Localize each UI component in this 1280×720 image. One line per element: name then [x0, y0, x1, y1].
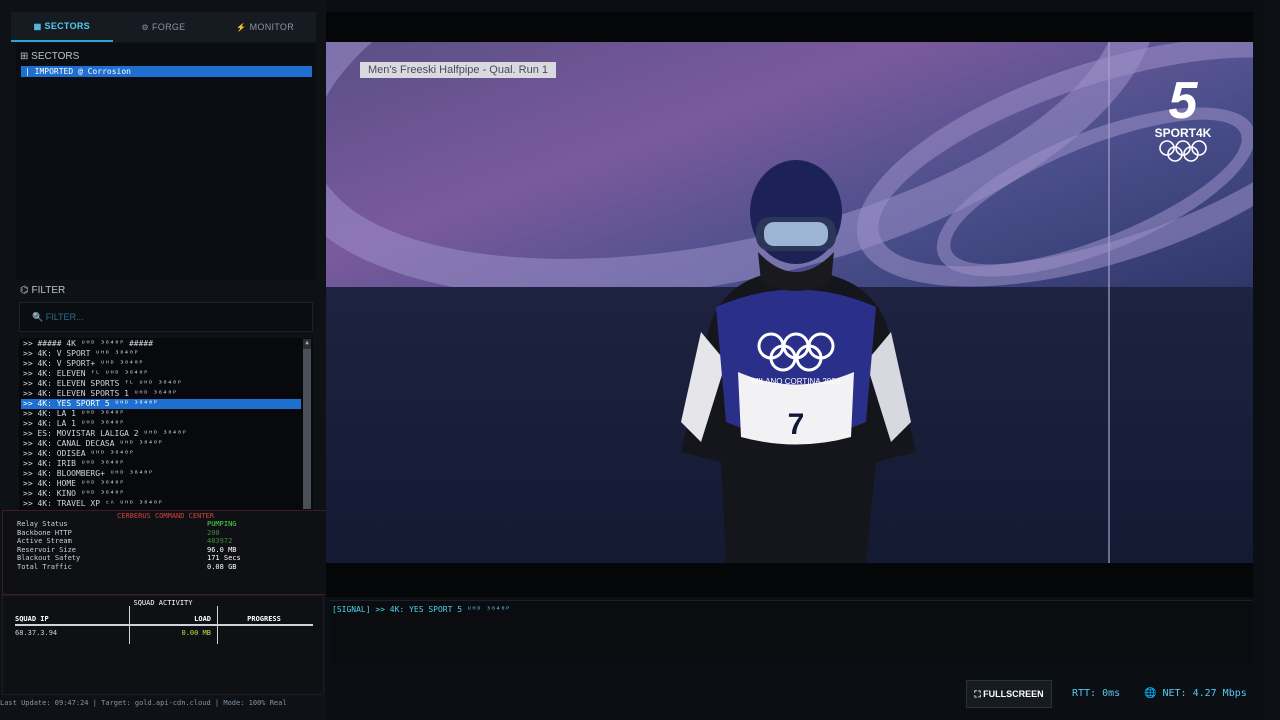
tab-label: MONITOR	[249, 22, 295, 32]
col-squad-ip: SQUAD IP	[15, 615, 49, 623]
lightning-icon: ⚡	[236, 22, 247, 32]
stat-label: Blackout Safety	[17, 554, 81, 563]
fullscreen-button[interactable]: ⛶ FULLSCREEN	[966, 680, 1052, 708]
tab-forge[interactable]: ⚙ FORGE	[113, 12, 215, 42]
channel-item[interactable]: >> 4K: BLOOMBERG+ ᵁᴴᴰ ³⁸⁴⁰ᴾ	[21, 469, 301, 479]
grid-icon: ▦	[33, 21, 42, 31]
video-player[interactable]: 7 MILANO CORTINA 2026 Men's Freeski Half…	[326, 12, 1253, 597]
channel-item[interactable]: >> 4K: KINO ᵁᴴᴰ ³⁸⁴⁰ᴾ	[21, 489, 301, 499]
column-divider	[129, 606, 130, 644]
logo-name: SPORT4K	[1154, 126, 1212, 140]
scrollbar-thumb[interactable]	[303, 349, 311, 509]
table-row: 68.37.3.94 0.00 MB	[15, 629, 313, 637]
channel-item[interactable]: >> 4K: ELEVEN SPORTS ᶠᴸ ᵁᴴᴰ ³⁸⁴⁰ᴾ	[21, 379, 301, 389]
stat-label: Reservoir Size	[17, 545, 77, 554]
filter-input[interactable]: 🔍 FILTER...	[19, 302, 313, 332]
sector-item[interactable]: | IMPORTED @ Corrosion	[21, 66, 312, 77]
channel-item[interactable]: >> 4K: ELEVEN SPORTS 1 ᵁᴴᴰ ³⁸⁴⁰ᴾ	[21, 389, 301, 399]
cerberus-stats: Relay Status PUMPING Backbone HTTP 200 Activ…	[3, 520, 328, 572]
tab-monitor[interactable]: ⚡ MONITOR	[214, 12, 316, 42]
squad-panel: SQUAD ACTIVITY SQUAD IP LOAD PROGRESS 68…	[2, 595, 324, 695]
bib-text: MILANO CORTINA 2026	[752, 377, 841, 386]
channel-item[interactable]: >> 4K: TRAVEL XP ᶜᴬ ᵁᴴᴰ ³⁸⁴⁰ᴾ	[21, 499, 301, 509]
stat-label: Active Stream	[17, 537, 72, 546]
stat-row: Active Stream 483972	[3, 537, 328, 546]
stat-value: PUMPING	[207, 520, 237, 528]
event-caption: Men's Freeski Halfpipe - Qual. Run 1	[360, 62, 557, 78]
stat-label: Total Traffic	[17, 562, 72, 571]
col-progress: PROGRESS	[247, 615, 281, 623]
net-readout: 🌐 NET: 4.27 Mbps	[1144, 688, 1247, 699]
stat-value: 0.08 GB	[207, 562, 237, 571]
stat-row: Relay Status PUMPING	[3, 520, 328, 529]
squad-table-header: SQUAD IP LOAD PROGRESS	[15, 613, 313, 626]
filter-title: ⌬ FILTER	[20, 285, 66, 296]
stat-label: Relay Status	[17, 520, 68, 528]
stat-row: Total Traffic 0.08 GB	[3, 563, 328, 572]
stat-label: Backbone HTTP	[17, 528, 72, 537]
tab-sectors[interactable]: ▦ SECTORS	[11, 12, 113, 42]
sectors-panel: ⊞ SECTORS | IMPORTED @ Corrosion	[16, 44, 316, 280]
right-edge	[1260, 0, 1280, 720]
status-footer: Last Update: 09:47:24 | Target: gold.api…	[0, 699, 287, 707]
tab-bar: ▦ SECTORS ⚙ FORGE ⚡ MONITOR	[11, 12, 316, 42]
channel-item[interactable]: >> ##### 4K ᵁᴴᴰ ³⁸⁴⁰ᴾ #####	[21, 339, 301, 349]
channel-item[interactable]: >> 4K: LA 1 ᵁᴴᴰ ³⁸⁴⁰ᴾ	[21, 419, 301, 429]
column-divider	[217, 606, 218, 644]
stat-row: Backbone HTTP 200	[3, 529, 328, 538]
signal-log: [SIGNAL] >> 4K: YES SPORT 5 ᵁᴴᴰ ³⁸⁴⁰ᴾ	[330, 600, 1252, 664]
channel-item[interactable]: >> 4K: V SPORT ᵁᴴᴰ ³⁸⁴⁰ᴾ	[21, 349, 301, 359]
olympic-rings-icon	[1159, 140, 1207, 162]
scroll-up-icon[interactable]: ▲	[303, 339, 311, 347]
logo-number: 5	[1168, 72, 1198, 130]
cerberus-title: CERBERUS COMMAND CENTER	[117, 512, 214, 520]
channel-list[interactable]: >> ##### 4K ᵁᴴᴰ ³⁸⁴⁰ᴾ ##### >> 4K: V SPOR…	[19, 338, 313, 510]
channel-scrollbar[interactable]: ▲	[303, 339, 311, 509]
bottom-bar: ⛶ FULLSCREEN RTT: 0ms 🌐 NET: 4.27 Mbps	[330, 668, 1252, 720]
squad-title: SQUAD ACTIVITY	[133, 599, 193, 607]
tab-label: SECTORS	[44, 21, 90, 31]
rtt-readout: RTT: 0ms	[1072, 688, 1121, 699]
channel-item[interactable]: >> 4K: CANAL DECASA ᵁᴴᴰ ³⁸⁴⁰ᴾ	[21, 439, 301, 449]
channel-item[interactable]: >> 4K: YES SPORT 5 ᵁᴴᴰ ³⁸⁴⁰ᴾ	[21, 399, 301, 409]
channel-logo: 5 SPORT4K	[1138, 72, 1228, 166]
channel-item[interactable]: >> 4K: HOME ᵁᴴᴰ ³⁸⁴⁰ᴾ	[21, 479, 301, 489]
channel-item[interactable]: >> ES: MOVISTAR LALIGA 2 ᵁᴴᴰ ³⁸⁴⁰ᴾ	[21, 429, 301, 439]
stat-value: 200	[207, 528, 220, 537]
left-panel: ▦ SECTORS ⚙ FORGE ⚡ MONITOR ⊞ SECTORS | IMP…	[0, 0, 329, 720]
col-load: LOAD	[194, 615, 211, 623]
sectors-title: ⊞ SECTORS	[20, 51, 80, 62]
channel-item[interactable]: >> 4K: ODISEA ᵁᴴᴰ ³⁸⁴⁰ᴾ	[21, 449, 301, 459]
stat-row: Reservoir Size 96.0 MB	[3, 546, 328, 555]
cerberus-panel: CERBERUS COMMAND CENTER Relay Status PUMP…	[2, 510, 329, 595]
pole	[1108, 42, 1110, 563]
channel-item[interactable]: >> 4K: ELEVEN ᶠᴸ ᵁᴴᴰ ³⁸⁴⁰ᴾ	[21, 369, 301, 379]
channel-items: >> ##### 4K ᵁᴴᴰ ³⁸⁴⁰ᴾ ##### >> 4K: V SPOR…	[21, 339, 301, 509]
channel-item[interactable]: >> 4K: LA 1 ᵁᴴᴰ ³⁸⁴⁰ᴾ	[21, 409, 301, 419]
athlete-figure: 7 MILANO CORTINA 2026	[681, 160, 916, 563]
stat-value: 96.0 MB	[207, 545, 237, 554]
channel-item[interactable]: >> 4K: V SPORT+ ᵁᴴᴰ ³⁸⁴⁰ᴾ	[21, 359, 301, 369]
signal-line: [SIGNAL] >> 4K: YES SPORT 5 ᵁᴴᴰ ³⁸⁴⁰ᴾ	[332, 605, 511, 614]
stat-value: 171 Secs	[207, 554, 241, 563]
stat-value: 483972	[207, 537, 233, 546]
squad-ip: 68.37.3.94	[15, 629, 58, 637]
gear-icon: ⚙	[141, 22, 149, 32]
video-frame[interactable]: 7 MILANO CORTINA 2026 Men's Freeski Half…	[326, 42, 1253, 563]
stat-row: Blackout Safety 171 Secs	[3, 554, 328, 563]
squad-progress	[215, 629, 313, 637]
squad-load: 0.00 MB	[181, 629, 211, 637]
bib-number: 7	[788, 408, 805, 441]
channel-item[interactable]: >> 4K: IRIB ᵁᴴᴰ ³⁸⁴⁰ᴾ	[21, 459, 301, 469]
tab-label: FORGE	[151, 22, 186, 32]
